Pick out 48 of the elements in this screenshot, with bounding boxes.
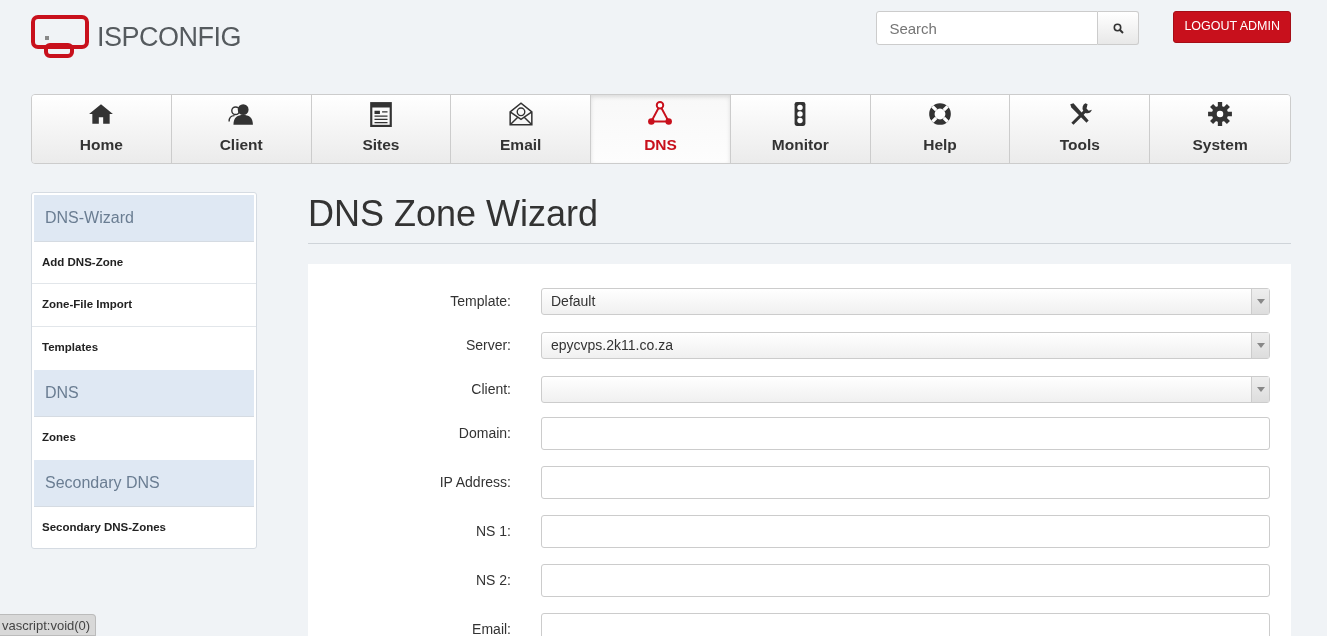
logo-text: ISPCONFIG [97, 20, 242, 54]
sidebar-item[interactable]: Add DNS-Zone [32, 242, 256, 285]
nav-tab[interactable]: Tools [1010, 95, 1151, 163]
field-label: NS 2: [475, 571, 512, 591]
field-label: Template: [449, 292, 512, 312]
nav-tab[interactable]: Home [32, 95, 172, 163]
input-field[interactable] [541, 564, 1270, 598]
field-label: NS 1: [475, 522, 512, 542]
web-page-icon [367, 101, 394, 128]
sidebar-item[interactable]: Secondary DNS-Zones [32, 507, 256, 549]
nav-tab[interactable]: DNS [591, 95, 731, 163]
sidebar-heading: DNS-Wizard [34, 195, 254, 242]
field-label: Server: [464, 336, 512, 356]
caret-icon [1256, 299, 1265, 305]
input-field[interactable] [541, 515, 1270, 549]
field-label: Domain: [457, 424, 512, 444]
users-icon [228, 101, 255, 128]
sidebar-heading: DNS [34, 369, 254, 417]
gear-icon [1207, 101, 1234, 128]
field-label: Email: [471, 620, 512, 636]
page-title: DNS Zone Wizard [308, 192, 1291, 245]
sidebar-heading: Secondary DNS [34, 460, 254, 507]
search-icon [1112, 22, 1124, 34]
nav-tab[interactable]: Client [171, 95, 312, 163]
search-button[interactable] [1098, 11, 1140, 45]
nav-tab[interactable]: Email [451, 95, 592, 163]
nav-tab[interactable]: Sites [311, 95, 452, 163]
search-field[interactable]: Search [876, 11, 1099, 45]
sidebar-item[interactable]: Templates [32, 326, 256, 368]
caret-icon [1256, 387, 1265, 393]
input-field[interactable] [541, 466, 1270, 500]
nav-tab[interactable]: System [1150, 95, 1290, 163]
dropdown[interactable] [541, 376, 1270, 404]
lifebuoy-icon [927, 101, 954, 128]
field-label: IP Address: [438, 473, 512, 493]
input-field[interactable] [541, 417, 1270, 451]
sidebar-item[interactable]: Zone-File Import [32, 284, 256, 327]
dropdown[interactable]: Default [541, 288, 1270, 316]
dropdown[interactable]: epycvps.2k11.co.za [541, 332, 1270, 360]
logout-button[interactable]: LOGOUT ADMIN [1173, 11, 1291, 43]
field-label: Client: [470, 380, 512, 400]
nav-tab[interactable]: Monitor [730, 95, 871, 163]
status-bar: vascript:void(0) [0, 613, 97, 636]
caret-icon [1256, 343, 1265, 349]
envelope-icon [507, 101, 534, 128]
network-icon [647, 101, 674, 128]
sidebar-item[interactable]: Zones [32, 416, 256, 458]
nav-tab[interactable]: Help [870, 95, 1011, 163]
